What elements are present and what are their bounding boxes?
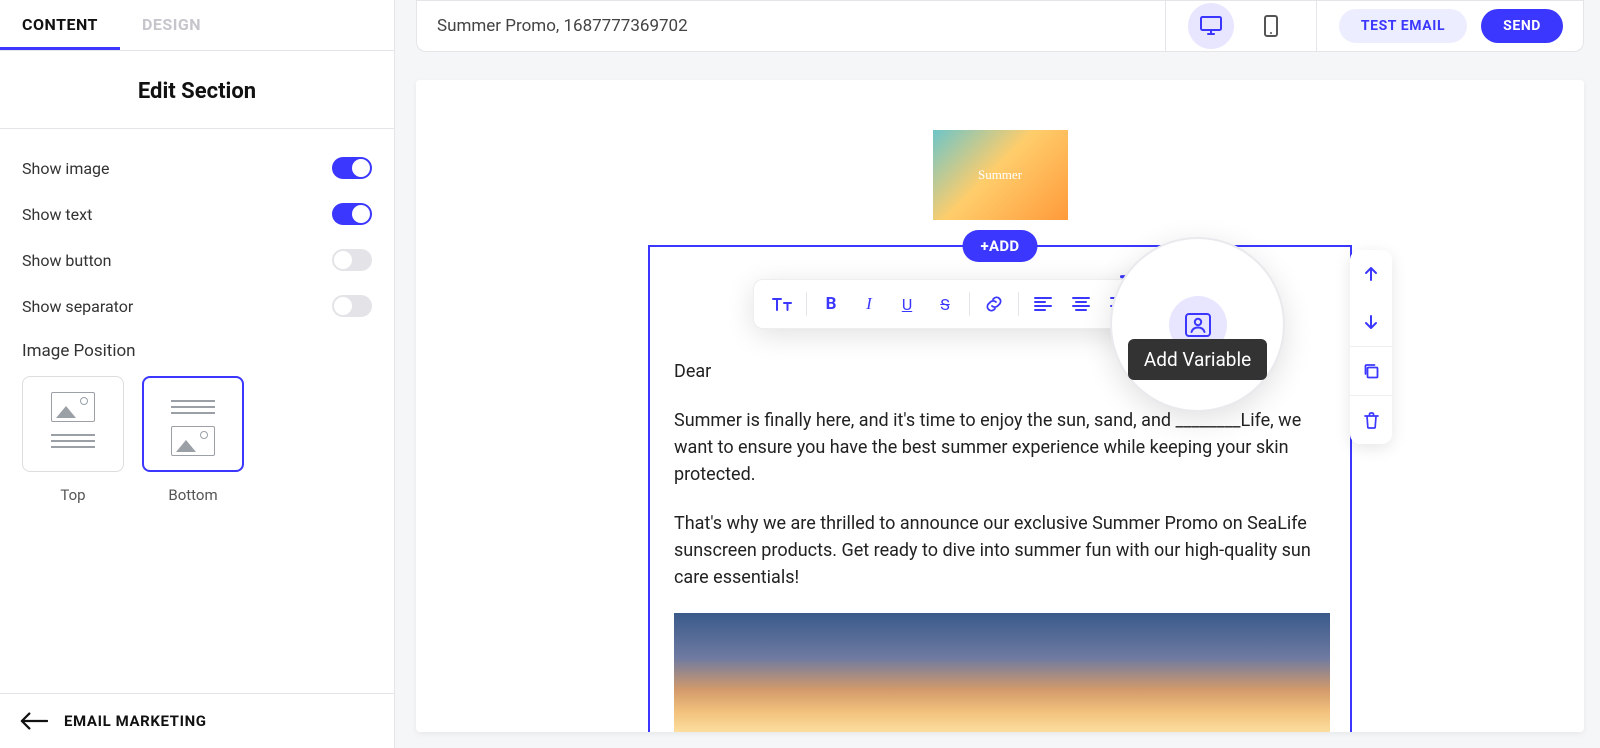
text-size-button[interactable]	[764, 286, 800, 322]
document-title[interactable]: Summer Promo, 1687777369702	[437, 16, 688, 36]
mobile-icon	[1264, 15, 1278, 37]
arrow-up-icon	[1363, 266, 1379, 282]
image-position-label: Image Position	[22, 341, 372, 361]
arrow-left-icon	[20, 712, 48, 730]
image-position-top[interactable]: Top	[22, 376, 124, 504]
desktop-preview-button[interactable]	[1188, 3, 1234, 49]
duplicate-button[interactable]	[1350, 347, 1392, 395]
magnifier-highlight: Add Variable	[1110, 237, 1285, 412]
toggle-show-image[interactable]	[332, 157, 372, 179]
header-logo-image[interactable]: Summer	[933, 130, 1068, 220]
send-button[interactable]: SEND	[1481, 9, 1563, 43]
section-side-tools	[1350, 250, 1392, 444]
text-lines-icon	[171, 392, 215, 422]
device-preview-group	[1165, 1, 1317, 51]
toggle-row-show-separator: Show separator	[22, 295, 372, 317]
pos-caption: Bottom	[142, 486, 244, 504]
image-icon	[51, 392, 95, 422]
arrow-down-icon	[1363, 314, 1379, 330]
align-left-button[interactable]	[1025, 286, 1061, 322]
mobile-preview-button[interactable]	[1248, 3, 1294, 49]
test-email-button[interactable]: TEST EMAIL	[1339, 9, 1467, 43]
align-center-button[interactable]	[1063, 286, 1099, 322]
link-button[interactable]	[976, 286, 1012, 322]
bold-button[interactable]: B	[813, 286, 849, 322]
toggle-show-separator[interactable]	[332, 295, 372, 317]
image-icon	[171, 426, 215, 456]
header-logo-text: Summer	[978, 167, 1022, 183]
contact-variable-icon	[1185, 313, 1211, 337]
add-section-button[interactable]: +ADD	[963, 230, 1038, 262]
image-position-bottom[interactable]: Bottom	[142, 376, 244, 504]
topbar-actions: TEST EMAIL SEND	[1317, 9, 1563, 43]
move-up-button[interactable]	[1350, 250, 1392, 298]
tab-design[interactable]: DESIGN	[120, 0, 223, 50]
text-size-icon	[772, 296, 792, 312]
pos-caption: Top	[22, 486, 124, 504]
section-title: Edit Section	[0, 51, 394, 129]
body-paragraph[interactable]: That's why we are thrilled to announce o…	[674, 510, 1326, 591]
section-controls: Show image Show text Show button Show se…	[0, 129, 394, 504]
italic-icon: I	[866, 294, 872, 314]
underline-icon: U	[902, 295, 912, 314]
toggle-row-show-image: Show image	[22, 157, 372, 179]
align-left-icon	[1034, 297, 1052, 311]
move-down-button[interactable]	[1350, 298, 1392, 346]
tab-content[interactable]: CONTENT	[0, 0, 120, 50]
copy-icon	[1363, 363, 1379, 379]
section-hero-image[interactable]	[674, 613, 1330, 732]
toggle-label: Show text	[22, 205, 92, 224]
footer-link-label: EMAIL MARKETING	[64, 712, 207, 730]
link-icon	[985, 295, 1003, 313]
toggle-row-show-button: Show button	[22, 249, 372, 271]
sidebar: CONTENT DESIGN Edit Section Show image S…	[0, 0, 395, 748]
bold-icon: B	[826, 294, 837, 314]
italic-button[interactable]: I	[851, 286, 887, 322]
back-email-marketing[interactable]: EMAIL MARKETING	[0, 693, 394, 748]
sidebar-tabs: CONTENT DESIGN	[0, 0, 394, 51]
trash-icon	[1364, 412, 1379, 429]
add-variable-tooltip: Add Variable	[1128, 339, 1267, 380]
toggle-row-show-text: Show text	[22, 203, 372, 225]
toggle-show-button[interactable]	[332, 249, 372, 271]
topbar: Summer Promo, 1687777369702 TEST EMAIL S…	[416, 0, 1584, 52]
image-position-options: Top Bottom	[22, 376, 372, 504]
rich-text-toolbar: B I U S	[753, 279, 1148, 329]
align-center-icon	[1072, 297, 1090, 311]
toggle-label: Show button	[22, 251, 112, 270]
toggle-show-text[interactable]	[332, 203, 372, 225]
body-paragraph[interactable]: Summer is finally here, and it's time to…	[674, 407, 1326, 488]
underline-button[interactable]: U	[889, 286, 925, 322]
toggle-label: Show image	[22, 159, 110, 178]
text-lines-icon	[51, 426, 95, 456]
desktop-icon	[1200, 16, 1222, 36]
toggle-label: Show separator	[22, 297, 133, 316]
strikethrough-icon: S	[940, 295, 950, 314]
email-canvas: Summer +ADD Div B I U S	[416, 80, 1584, 732]
delete-button[interactable]	[1350, 396, 1392, 444]
strikethrough-button[interactable]: S	[927, 286, 963, 322]
